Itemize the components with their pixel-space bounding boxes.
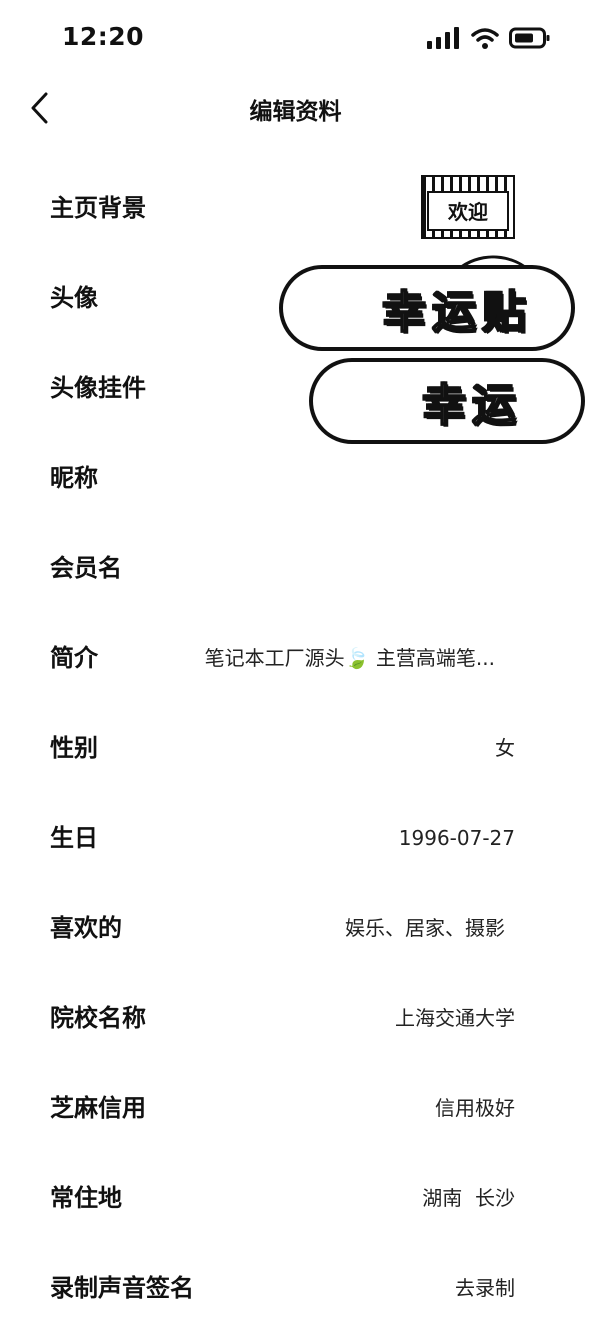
status-time: 12:20	[62, 22, 145, 51]
row-birthday-label: 生日	[50, 824, 98, 852]
wifi-icon	[471, 28, 499, 49]
row-location-label: 常住地	[50, 1184, 122, 1212]
row-location[interactable]: 常住地 湖南 长沙	[0, 1153, 591, 1243]
battery-icon	[509, 27, 550, 49]
row-location-value: 湖南 长沙	[422, 1186, 515, 1210]
row-credit-label: 芝麻信用	[50, 1094, 146, 1122]
row-birthday-value: 1996-07-27	[398, 826, 515, 850]
row-voice-value: 去录制	[455, 1276, 515, 1300]
page-title: 编辑资料	[249, 99, 342, 125]
row-bio-value: 笔记本工厂源头🍃 主营高端笔...	[204, 646, 495, 670]
row-likes-value: 娱乐、居家、摄影	[345, 916, 505, 940]
row-gender[interactable]: 性别 女	[0, 703, 591, 793]
member-name-value: 幸运	[421, 379, 522, 432]
member-name-sticker[interactable]: 幸运	[309, 358, 585, 444]
row-nickname-label: 昵称	[50, 464, 98, 492]
row-credit-value: 信用极好	[435, 1096, 515, 1120]
row-credit[interactable]: 芝麻信用 信用极好	[0, 1063, 591, 1153]
background-thumbnail[interactable]: 欢迎	[421, 175, 515, 239]
row-bio-label: 简介	[50, 644, 98, 672]
row-member-name-label: 会员名	[50, 554, 122, 582]
row-school-value: 上海交通大学	[395, 1006, 515, 1030]
signal-icon	[427, 27, 459, 49]
row-voice[interactable]: 录制声音签名 去录制	[0, 1243, 591, 1333]
row-avatar-label: 头像	[50, 284, 98, 312]
row-member-name[interactable]: 会员名	[0, 523, 591, 613]
row-school-label: 院校名称	[50, 1004, 146, 1032]
row-voice-label: 录制声音签名	[50, 1274, 194, 1302]
status-bar: 12:20	[0, 0, 591, 80]
nickname-value: 幸运贴	[381, 286, 532, 339]
row-likes[interactable]: 喜欢的 娱乐、居家、摄影	[0, 883, 591, 973]
row-bio[interactable]: 简介 笔记本工厂源头🍃 主营高端笔...	[0, 613, 591, 703]
row-school[interactable]: 院校名称 上海交通大学	[0, 973, 591, 1063]
row-background-label: 主页背景	[50, 194, 146, 222]
row-birthday[interactable]: 生日 1996-07-27	[0, 793, 591, 883]
row-background[interactable]: 主页背景 欢迎	[0, 163, 591, 253]
status-icons	[427, 27, 551, 49]
nickname-sticker[interactable]: 幸运贴	[279, 265, 575, 351]
row-gender-label: 性别	[50, 734, 98, 762]
nav-bar: 编辑资料	[0, 80, 591, 138]
row-pendant-label: 头像挂件	[50, 374, 146, 402]
row-likes-label: 喜欢的	[50, 914, 122, 942]
background-thumbnail-text: 欢迎	[427, 191, 509, 231]
row-nickname[interactable]: 昵称	[0, 433, 591, 523]
row-gender-value: 女	[495, 736, 515, 760]
